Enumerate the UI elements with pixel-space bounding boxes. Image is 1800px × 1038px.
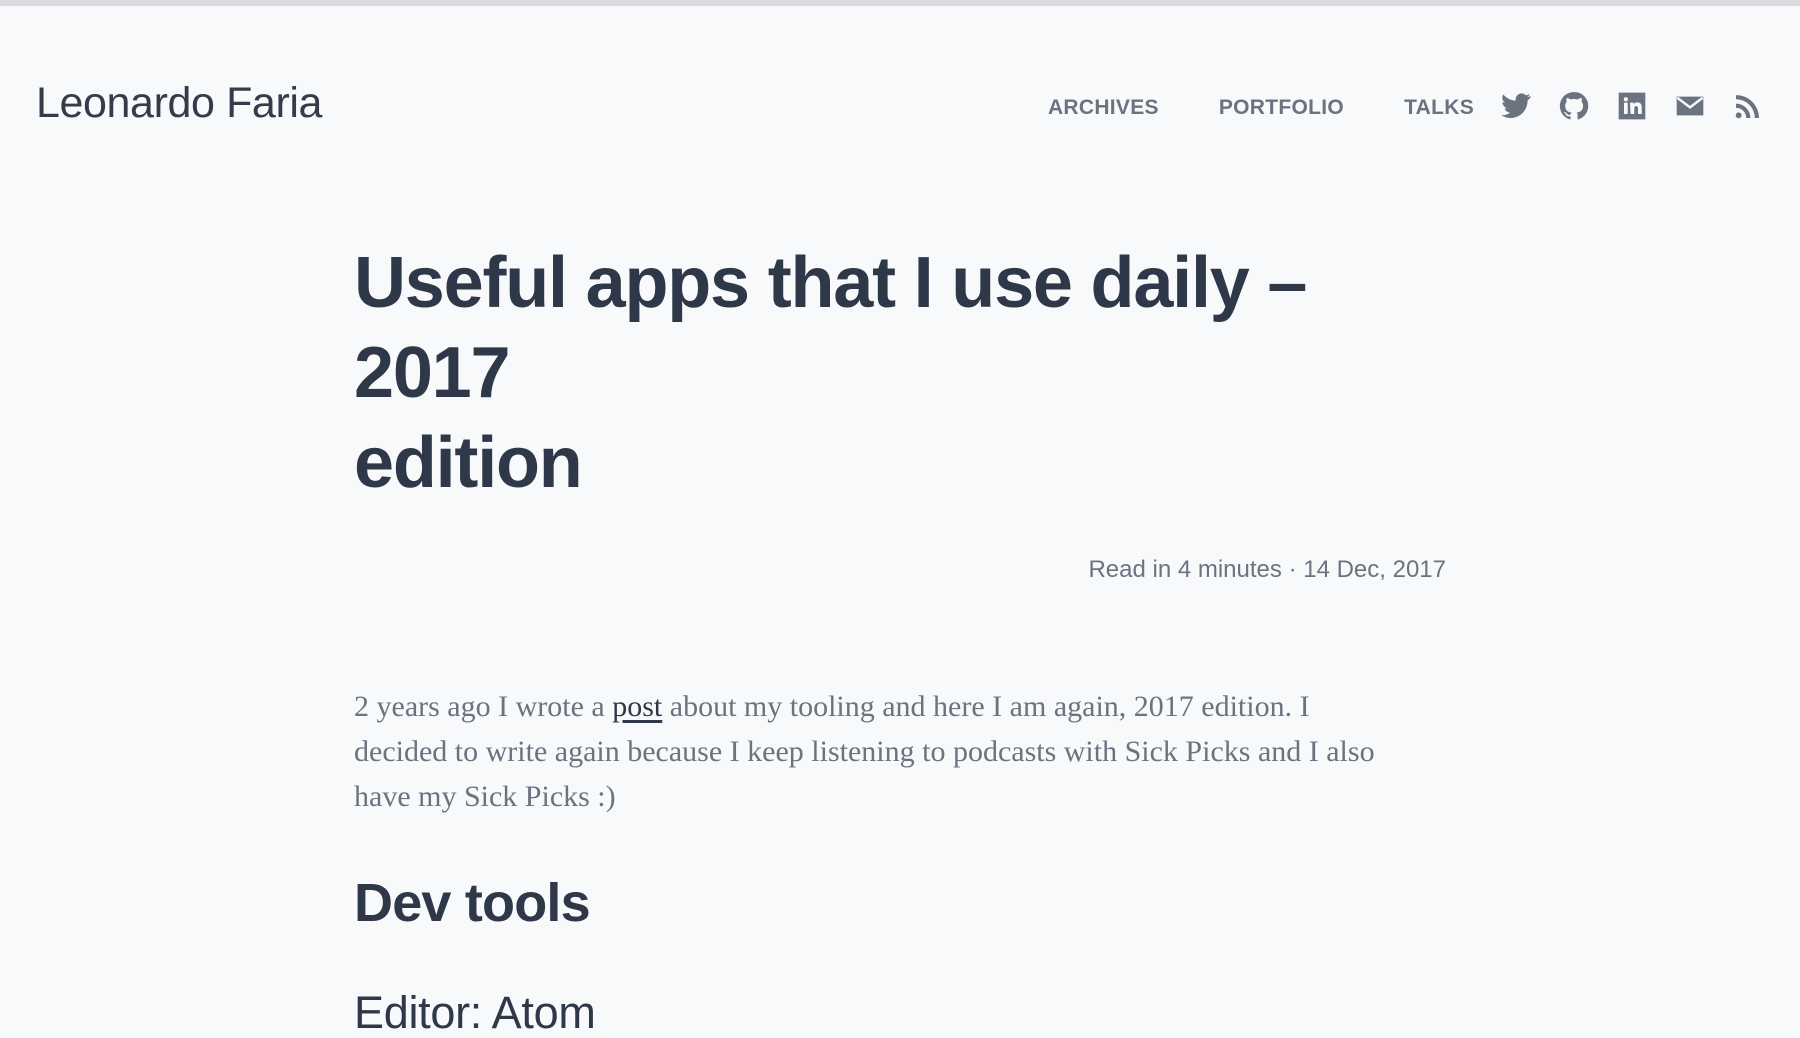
- section-heading-dev-tools: Dev tools: [354, 873, 591, 933]
- email-icon[interactable]: [1674, 90, 1706, 122]
- post-link[interactable]: post: [612, 690, 662, 723]
- article-title-line-1: Useful apps that I use daily – 2017: [354, 243, 1307, 413]
- article-meta: Read in 4 minutes · 14 Dec, 2017: [1088, 556, 1446, 583]
- top-bar: [0, 0, 1800, 6]
- subheading-editor-atom: Editor: Atom: [354, 987, 596, 1038]
- article: Useful apps that I use daily – 2017 edit…: [354, 238, 1446, 1035]
- main-navigation: ARCHIVES PORTFOLIO TALKS: [1048, 97, 1474, 118]
- nav-talks-link[interactable]: TALKS: [1404, 97, 1474, 118]
- linkedin-icon[interactable]: [1616, 90, 1648, 122]
- article-intro: 2 years ago I wrote a post about my tool…: [354, 684, 1404, 819]
- social-links: [1500, 90, 1764, 122]
- article-title-line-2: edition: [354, 423, 583, 503]
- rss-icon[interactable]: [1732, 90, 1764, 122]
- github-icon[interactable]: [1558, 90, 1590, 122]
- intro-text-before-link: 2 years ago I wrote a: [354, 690, 613, 723]
- site-brand-link[interactable]: Leonardo Faria: [36, 82, 322, 125]
- nav-portfolio-link[interactable]: PORTFOLIO: [1219, 97, 1344, 118]
- twitter-icon[interactable]: [1500, 90, 1532, 122]
- nav-archives-link[interactable]: ARCHIVES: [1048, 97, 1159, 118]
- article-title: Useful apps that I use daily – 2017 edit…: [354, 238, 1446, 508]
- site-header: Leonardo Faria ARCHIVES PORTFOLIO TALKS: [36, 70, 1764, 144]
